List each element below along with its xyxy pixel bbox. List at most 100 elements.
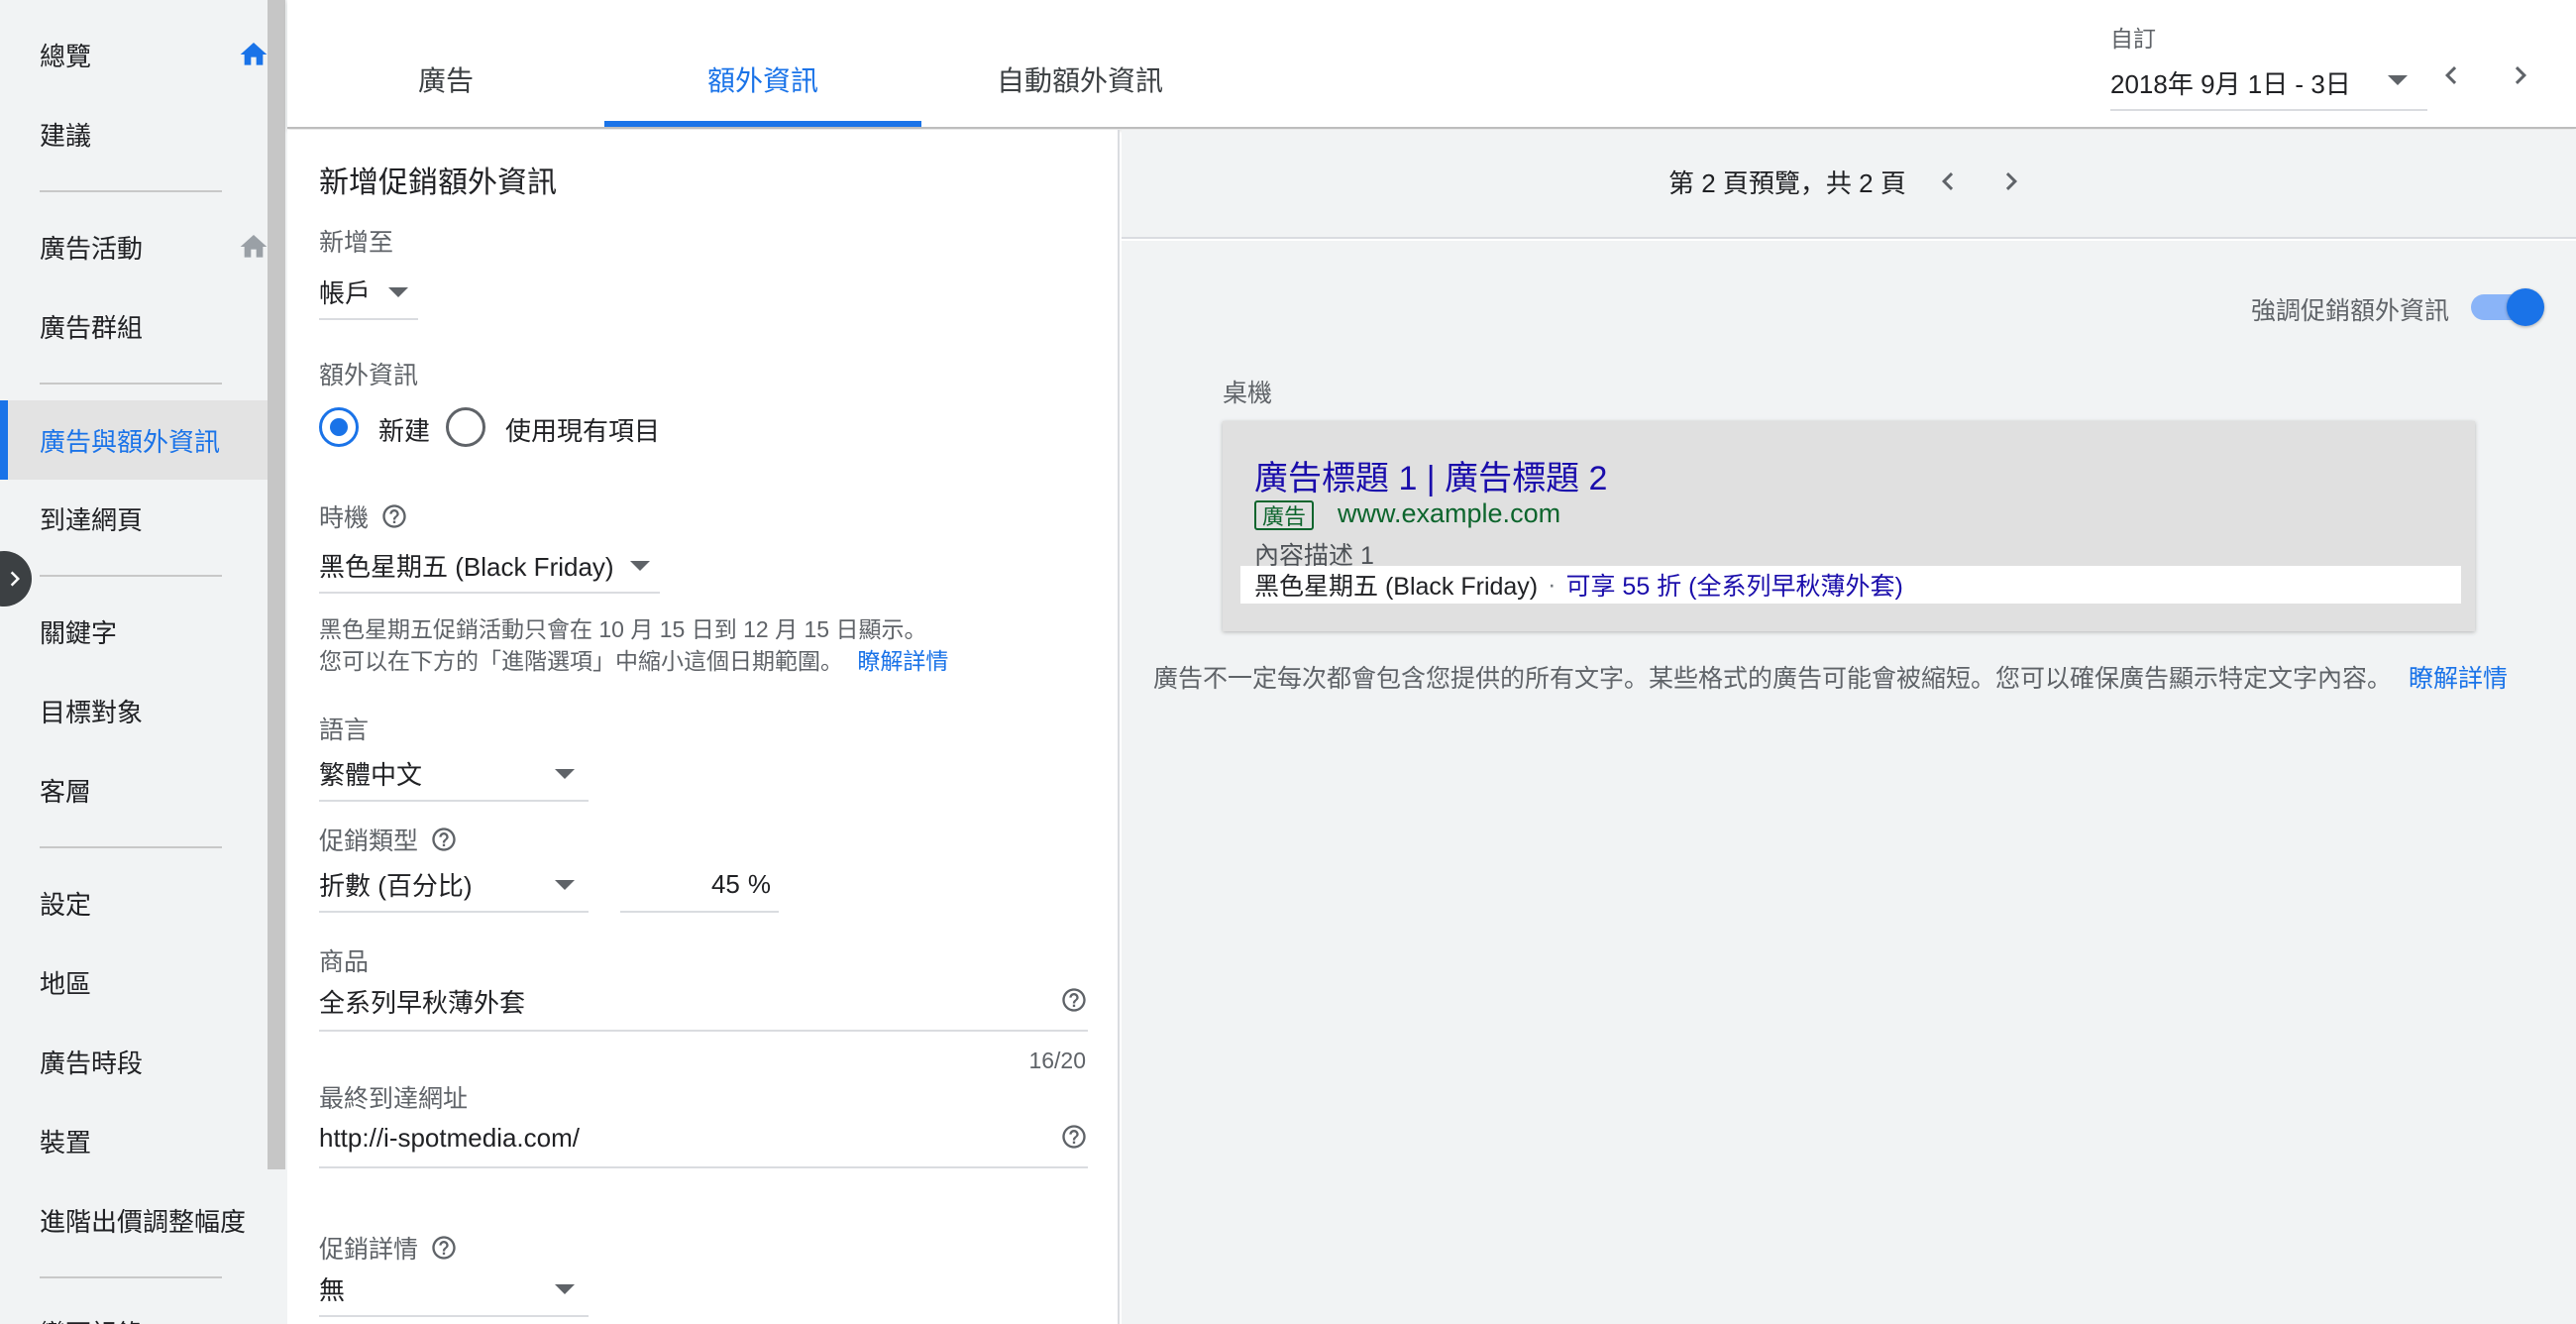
preview-disclaimer: 廣告不一定每次都會包含您提供的所有文字。某些格式的廣告可能會被縮短。您可以確保廣…: [1153, 663, 2540, 695]
ad-promotion-separator: ·: [1548, 570, 1556, 599]
occasion-value: 黑色星期五 (Black Friday): [319, 551, 614, 582]
sidebar-item-campaigns[interactable]: 廣告活動: [0, 207, 268, 286]
promotion-type-value: 折數 (百分比): [319, 870, 473, 901]
form-title: 新增促銷額外資訊: [319, 166, 557, 199]
tab-automated-extensions[interactable]: 自動額外資訊: [921, 0, 1238, 127]
date-prev-button[interactable]: [2431, 55, 2471, 95]
occasion-hint: 黑色星期五促銷活動只會在 10 月 15 日到 12 月 15 日顯示。 您可以…: [319, 613, 948, 677]
chevron-right-icon: [10, 571, 20, 587]
highlight-promotion-label: 強調促銷額外資訊: [2251, 297, 2450, 325]
sidebar-item-devices[interactable]: 裝置: [0, 1101, 268, 1180]
ad-headline: 廣告標題 1 | 廣告標題 2: [1254, 460, 1608, 497]
sidebar-item-label: 進階出價調整幅度: [40, 1206, 247, 1237]
sidebar-item-label: 廣告活動: [40, 233, 144, 264]
highlight-promotion-toggle[interactable]: [2471, 288, 2544, 326]
chevron-right-icon: [2515, 66, 2526, 84]
help-icon[interactable]: [430, 826, 458, 853]
sidebar-item-ad-groups[interactable]: 廣告群組: [0, 286, 268, 366]
sidebar-item-label: 廣告與額外資訊: [40, 426, 221, 457]
help-icon[interactable]: [1060, 986, 1088, 1014]
promotion-form: 新增促銷額外資訊 新增至 帳戶 額外資訊 新建 使用現有項目 時機 黑色星期五 …: [287, 130, 1120, 1324]
sidebar-item-label: 裝置: [40, 1127, 92, 1158]
occasion-select[interactable]: 黑色星期五 (Black Friday): [319, 538, 660, 594]
sidebar-item-label: 廣告群組: [40, 312, 144, 343]
sidebar-item-label: 目標對象: [40, 697, 144, 727]
date-range-value: 2018年 9月 1日 - 3日: [2110, 68, 2351, 99]
language-label: 語言: [319, 711, 369, 746]
help-icon[interactable]: [1060, 1123, 1088, 1151]
caret-down-icon: [2388, 75, 2408, 85]
learn-more-link[interactable]: 瞭解詳情: [857, 648, 948, 674]
radio-use-existing[interactable]: [446, 407, 485, 447]
sidebar-item-overview[interactable]: 總覽: [0, 15, 268, 94]
percent-off-value: 45: [710, 868, 740, 899]
ad-preview-card: 廣告標題 1 | 廣告標題 2 廣告 www.example.com 內容描述 …: [1223, 421, 2475, 631]
language-select[interactable]: 繁體中文: [319, 746, 589, 802]
chevron-right-icon: [2005, 172, 2017, 190]
chevron-left-icon: [1942, 172, 1954, 190]
ad-promotion-offer: 可享 55 折 (全系列早秋薄外套): [1565, 573, 1903, 601]
caret-down-icon: [630, 561, 650, 571]
tab-extensions[interactable]: 額外資訊: [604, 0, 921, 127]
percent-off-input[interactable]: 45 %: [620, 857, 779, 913]
sidebar-scrollbar[interactable]: [268, 0, 285, 1169]
home-icon: [240, 43, 268, 65]
ad-preview-panel: 第 2 頁預覽，共 2 頁 強調促銷額外資訊 桌機 廣告標題 1 | 廣告標題 …: [1122, 130, 2576, 1324]
home-icon: [240, 235, 268, 258]
sidebar-item-advanced-bid-adj[interactable]: 進階出價調整幅度: [0, 1180, 268, 1260]
caret-down-icon: [388, 287, 408, 297]
add-to-label: 新增至: [319, 223, 393, 259]
caret-down-icon: [555, 880, 575, 890]
disclaimer-text: 廣告不一定每次都會包含您提供的所有文字。某些格式的廣告可能會被縮短。您可以確保廣…: [1153, 665, 2393, 693]
sidebar-item-demographics[interactable]: 客層: [0, 750, 268, 829]
date-next-button[interactable]: [2501, 55, 2540, 95]
occasion-label-text: 時機: [319, 504, 370, 532]
sidebar-divider: [40, 383, 222, 385]
language-label-text: 語言: [319, 717, 370, 744]
sidebar-item-keywords[interactable]: 關鍵字: [0, 592, 268, 671]
sidebar-item-label: 變更記錄: [40, 1314, 143, 1324]
preview-page-indicator: 第 2 頁預覽，共 2 頁: [1668, 168, 1906, 198]
sidebar-divider: [40, 575, 222, 577]
promotion-type-select[interactable]: 折數 (百分比): [319, 857, 589, 913]
sidebar-item-label: 客層: [40, 776, 92, 807]
sidebar-divider: [40, 190, 222, 192]
percent-unit: %: [747, 868, 771, 899]
help-icon[interactable]: [430, 1234, 458, 1262]
final-url-input[interactable]: http://i-spotmedia.com/: [319, 1109, 1088, 1168]
tab-label: 自動額外資訊: [996, 65, 1163, 96]
item-char-counter: 16/20: [1028, 1048, 1086, 1073]
disclaimer-learn-more-link[interactable]: 瞭解詳情: [2409, 665, 2508, 693]
tab-ads[interactable]: 廣告: [287, 0, 604, 127]
caret-down-icon: [555, 769, 575, 779]
occasion-hint-line2-text: 您可以在下方的「進階選項」中縮小這個日期範圍。: [319, 648, 843, 674]
help-icon[interactable]: [380, 502, 408, 530]
preview-body: [1122, 241, 2576, 1324]
sidebar-item-ad-schedule[interactable]: 廣告時段: [0, 1022, 268, 1101]
sidebar-item-label: 總覽: [40, 41, 92, 71]
date-range-select[interactable]: 2018年 9月 1日 - 3日: [2110, 55, 2427, 111]
sidebar-item-label: 設定: [40, 889, 92, 920]
occasion-label: 時機: [319, 498, 408, 534]
item-input[interactable]: 全系列早秋薄外套: [319, 972, 1088, 1032]
item-value: 全系列早秋薄外套: [319, 987, 526, 1018]
radio-new[interactable]: [319, 407, 359, 447]
sidebar-item-locations[interactable]: 地區: [0, 942, 268, 1022]
tab-label: 廣告: [417, 65, 474, 96]
sidebar-divider: [40, 846, 222, 848]
sidebar-item-label: 到達網頁: [40, 504, 144, 535]
sidebar-item-change-history[interactable]: 變更記錄: [0, 1292, 268, 1324]
promotion-details-select[interactable]: 無: [319, 1262, 589, 1317]
ad-display-url: www.example.com: [1338, 498, 1561, 528]
sidebar-item-settings[interactable]: 設定: [0, 863, 268, 942]
promotion-details-label: 促銷詳情: [319, 1230, 458, 1266]
sidebar-item-audiences[interactable]: 目標對象: [0, 671, 268, 750]
sidebar-item-ads-extensions[interactable]: 廣告與額外資訊: [0, 400, 268, 480]
preview-next-button[interactable]: [1993, 164, 2029, 199]
preview-prev-button[interactable]: [1930, 164, 1966, 199]
date-range-caption: 自訂: [2110, 26, 2156, 52]
add-to-select[interactable]: 帳戶: [319, 265, 418, 320]
sidebar-item-landing-pages[interactable]: 到達網頁: [0, 479, 268, 558]
sidebar-item-recommendations[interactable]: 建議: [0, 94, 268, 173]
tab-label: 額外資訊: [706, 65, 818, 96]
